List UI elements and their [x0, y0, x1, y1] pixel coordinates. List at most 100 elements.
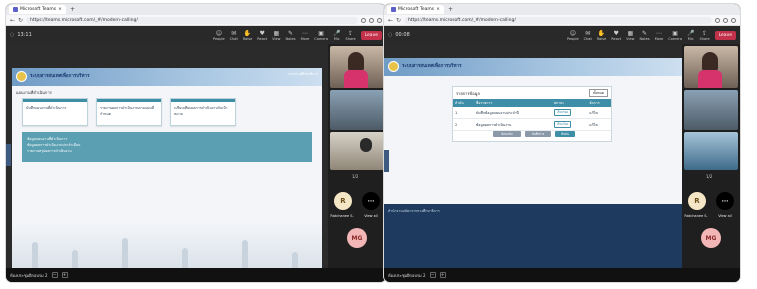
avatar-mg[interactable]: MG: [701, 228, 721, 248]
shared-content: ระบบสารสนเทศเพื่อการบริหาร รายการข้อมูล …: [384, 58, 682, 268]
tool-view-button[interactable]: ▦ View: [626, 30, 634, 41]
chat-icon: ✉: [231, 29, 237, 37]
settings-icon[interactable]: [377, 17, 382, 23]
table-row[interactable]: 2 ข้อมูลผลการดำเนินงาน เรียบร้อย แก้ไข: [453, 118, 611, 131]
participant-video[interactable]: [684, 46, 738, 88]
tool-chat-button[interactable]: ✉ Chat: [584, 30, 592, 41]
share-icon: ⇪: [702, 29, 708, 37]
tool-notes-button[interactable]: ✎ Notes: [639, 30, 649, 41]
room-label: ห้องประชุมฝึกอบรม 2: [10, 272, 48, 278]
raise-icon: ✋: [597, 29, 606, 37]
minimize-icon[interactable]: −: [51, 272, 58, 278]
tool-react-button[interactable]: ♥ React: [611, 30, 621, 41]
participant-video[interactable]: [684, 90, 738, 130]
tool-raise-button[interactable]: ✋ Raise: [243, 30, 252, 41]
back-button[interactable]: ย้อนกลับ: [493, 131, 521, 137]
tool-chat-button[interactable]: ✉ Chat: [230, 30, 238, 41]
site-banner: ระบบสารสนเทศเพื่อการบริหาร: [384, 58, 682, 76]
refresh-icon[interactable]: ↻: [18, 17, 23, 24]
skyline-decoration: [12, 224, 322, 268]
card-compare[interactable]: เปรียบเทียบผลการดำเนินงานกับเป้าหมาย: [170, 98, 236, 126]
camera-icon: ▣: [672, 29, 678, 37]
tool-more-button[interactable]: ⋯ More: [301, 30, 310, 41]
edit-link[interactable]: แก้ไข: [587, 118, 611, 131]
tool-people-button[interactable]: ☺ People: [213, 30, 225, 41]
profile-icon[interactable]: [723, 17, 728, 23]
back-icon[interactable]: ←: [388, 17, 393, 24]
tool-people-button[interactable]: ☺ People: [567, 30, 579, 41]
column-header: ชื่อรายการ: [473, 99, 552, 107]
page-indicator[interactable]: 1/2: [706, 174, 712, 179]
participant-video[interactable]: [330, 46, 384, 88]
tool-camera-button[interactable]: ▣ Camera: [314, 30, 328, 41]
new-tab-icon[interactable]: +: [448, 6, 453, 13]
tool-label: Share: [345, 36, 356, 41]
participant-video[interactable]: [330, 90, 384, 130]
add-icon[interactable]: +: [61, 272, 68, 278]
more-icon: ⋯: [301, 29, 308, 37]
close-icon[interactable]: ×: [58, 7, 62, 12]
more-icon[interactable]: ···: [362, 192, 380, 210]
right-window: Microsoft Teams × + ← ↻ https://teams.mi…: [384, 4, 740, 282]
tool-label: Mic: [687, 36, 694, 41]
mic-icon: 🎤: [687, 29, 695, 37]
tool-camera-button[interactable]: ▣ Camera: [668, 30, 682, 41]
participant-video[interactable]: [684, 132, 738, 170]
page-indicator[interactable]: 1/2: [352, 174, 358, 179]
edit-link[interactable]: แก้ไข: [587, 107, 611, 119]
table-row[interactable]: 1 บันทึกข้อมูลแผนงานประจำปี เรียบร้อย แก…: [453, 107, 611, 119]
extension-icon[interactable]: [715, 17, 720, 23]
back-icon[interactable]: ←: [10, 17, 15, 24]
panel-title: รายการข้อมูล: [456, 90, 480, 96]
meeting-toolbar: ◌ 00:08 ☺ People ✉ Chat ✋ Raise ♥ React ▦ View ✎ No…: [384, 26, 740, 44]
site-footer: สำนักงานปลัดกระทรวงศึกษาธิการ: [384, 204, 682, 268]
close-icon[interactable]: ×: [436, 7, 440, 12]
refresh-icon[interactable]: ↻: [396, 17, 401, 24]
add-icon[interactable]: +: [439, 272, 446, 278]
minimize-icon[interactable]: −: [429, 272, 436, 278]
chat-icon: ✉: [585, 29, 591, 37]
tool-mic-button[interactable]: 🎤 Mic: [687, 30, 694, 41]
leave-button[interactable]: Leave: [360, 30, 382, 40]
avatar[interactable]: R: [688, 192, 706, 210]
tool-label: Chat: [583, 36, 592, 41]
confirm-button[interactable]: ยืนยัน: [555, 131, 575, 137]
view-all-link[interactable]: View all: [358, 214, 384, 218]
status-bar: ห้องประชุมฝึกอบรม 2 − +: [6, 268, 386, 282]
more-icon[interactable]: ···: [716, 192, 734, 210]
banner-right: กระทรวงศึกษาธิการ: [287, 72, 318, 76]
new-tab-icon[interactable]: +: [70, 6, 75, 13]
draft-button[interactable]: บันทึกร่าง: [525, 131, 551, 137]
profile-icon[interactable]: [369, 17, 374, 23]
tool-raise-button[interactable]: ✋ Raise: [597, 30, 606, 41]
notes-icon: ✎: [288, 29, 294, 37]
avatar[interactable]: R: [334, 192, 352, 210]
card-report[interactable]: รายงานผลการดำเนินงานตามแผนที่กำหนด: [96, 98, 162, 126]
tool-label: View: [272, 36, 281, 41]
tool-view-button[interactable]: ▦ View: [272, 30, 280, 41]
view-all-link[interactable]: View all: [712, 214, 738, 218]
settings-icon[interactable]: [731, 17, 736, 23]
tool-share-button[interactable]: ⇪ Share: [346, 30, 356, 41]
status-badge: เรียบร้อย: [553, 121, 572, 128]
logo-icon: [16, 71, 27, 82]
info-line[interactable]: รายงานสรุปผลการดำเนินงาน: [27, 148, 307, 154]
leave-button[interactable]: Leave: [714, 30, 736, 40]
side-handle[interactable]: [384, 150, 389, 172]
browser-tab[interactable]: Microsoft Teams ×: [9, 5, 66, 14]
browser-tab[interactable]: Microsoft Teams ×: [387, 5, 444, 14]
participant-video[interactable]: [330, 132, 384, 170]
filter-select[interactable]: ทั้งหมด: [589, 89, 608, 97]
card-record[interactable]: บันทึกแผนงานที่ดำเนินการ: [22, 98, 88, 126]
tool-notes-button[interactable]: ✎ Notes: [285, 30, 295, 41]
tool-share-button[interactable]: ⇪ Share: [700, 30, 710, 41]
extension-icon[interactable]: [361, 17, 366, 23]
url-field[interactable]: https://teams.microsoft.com/_#/modern-ca…: [404, 16, 712, 24]
tool-more-button[interactable]: ⋯ More: [655, 30, 664, 41]
logo-icon: [388, 61, 399, 72]
avatar-mg[interactable]: MG: [347, 228, 367, 248]
tool-react-button[interactable]: ♥ React: [257, 30, 267, 41]
url-field[interactable]: https://teams.microsoft.com/_#/modern-ca…: [26, 16, 358, 24]
tool-mic-button[interactable]: 🎤 Mic: [333, 30, 340, 41]
side-handle[interactable]: [6, 144, 11, 166]
